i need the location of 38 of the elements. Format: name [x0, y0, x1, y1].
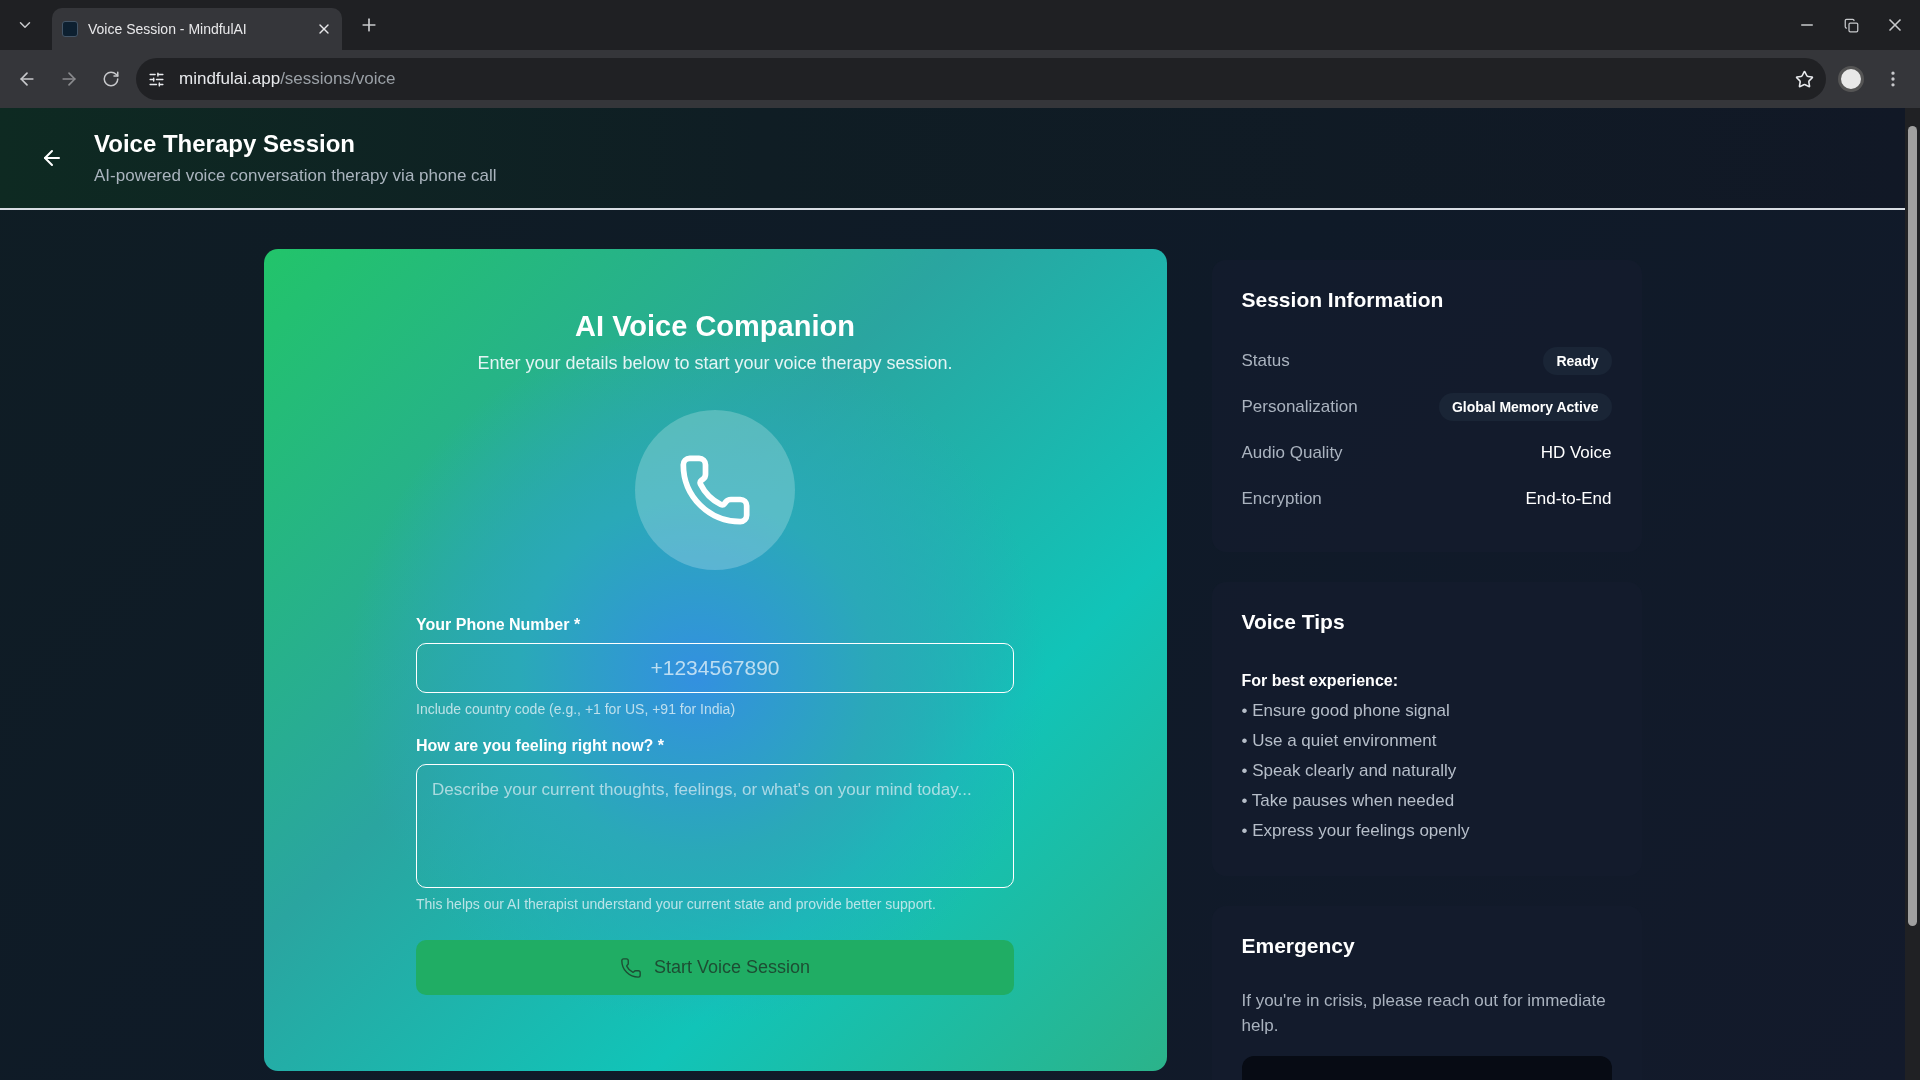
field-hint: This helps our AI therapist understand your current state and provide better support. [416, 895, 937, 914]
tip-item: • Take pauses when needed [1241, 790, 1456, 812]
restore-icon[interactable] [1843, 17, 1859, 33]
site-settings-icon[interactable] [148, 70, 165, 88]
tip-item: • Speak clearly and naturally [1241, 760, 1458, 782]
scrollbar[interactable] [1905, 108, 1920, 1080]
favicon-icon [62, 21, 78, 37]
tip-item: • Ensure good phone signal [1241, 700, 1451, 722]
feeling-input-field[interactable]: Describe your current thoughts, feelings, or what's on your mind today... [416, 764, 1014, 888]
phone-icon [619, 956, 642, 979]
tip-item: • Use a quiet environment [1241, 730, 1438, 752]
reload-icon[interactable] [102, 70, 120, 88]
bookmark-star-icon[interactable] [1795, 69, 1814, 89]
page-title: Voice Therapy Session [94, 130, 356, 158]
card-title: Voice Tips [1241, 610, 1346, 634]
browser-tab[interactable]: Voice Session - MindfulAI [52, 8, 342, 50]
card-title: Emergency [1241, 934, 1356, 958]
info-value: HD Voice [1540, 443, 1612, 463]
field-label: How are you feeling right now? * [416, 737, 665, 755]
card-title: AI Voice Companion [574, 310, 856, 343]
profile-avatar[interactable] [1838, 66, 1864, 92]
tip-item: • Express your feelings openly [1241, 820, 1471, 842]
field-label: Your Phone Number * [416, 616, 582, 634]
status-badge: Global Memory Active [1438, 393, 1612, 421]
card-title: Session Information [1241, 288, 1445, 312]
info-label: Personalization [1241, 397, 1358, 417]
field-hint: Include country code (e.g., +1 for US, +91 for India) [416, 700, 737, 719]
card-subtitle: Enter your details below to start your voice therapy session. [476, 353, 954, 374]
tips-heading: For best experience: [1241, 672, 1399, 690]
info-label: Status [1241, 351, 1290, 371]
info-value: End-to-End [1525, 489, 1612, 509]
status-badge: Ready [1543, 347, 1612, 375]
page-subtitle: AI-powered voice conversation therapy via phone call [94, 166, 497, 186]
address-bar[interactable]: mindfulai.app/sessions/voice [136, 58, 1826, 100]
phone-input-field[interactable]: +1234567890 [416, 643, 1014, 693]
emergency-text: If you're in crisis, please reach out for immediate help. [1241, 990, 1607, 1037]
info-label: Audio Quality [1241, 443, 1343, 463]
info-label: Encryption [1241, 489, 1322, 509]
